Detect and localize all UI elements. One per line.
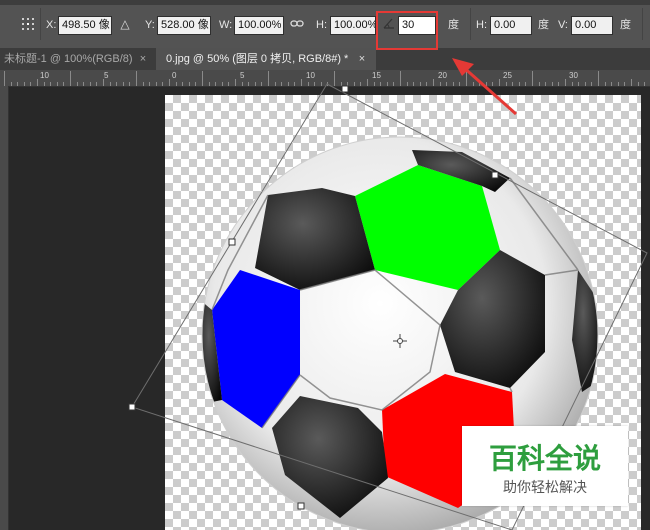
transform-handle[interactable] bbox=[297, 502, 305, 510]
watermark-subtitle: 助你轻松解决 bbox=[503, 480, 587, 496]
annotation-highlight-box bbox=[376, 11, 438, 50]
watermark-logo: 百科全说 助你轻松解决 bbox=[462, 426, 628, 506]
watermark-lettering: 百科全说 助你轻松解决 bbox=[489, 442, 601, 496]
photoshop-window: X: 498.50 像 △ Y: 528.00 像 W: 100.00% H: … bbox=[0, 0, 650, 530]
transform-handle[interactable] bbox=[128, 403, 136, 411]
watermark-title: 百科全说 bbox=[489, 442, 601, 475]
transform-handle[interactable] bbox=[228, 238, 236, 246]
transform-handle[interactable] bbox=[491, 171, 499, 179]
transform-handle[interactable] bbox=[341, 85, 349, 93]
annotation-arrow-icon bbox=[452, 58, 517, 116]
